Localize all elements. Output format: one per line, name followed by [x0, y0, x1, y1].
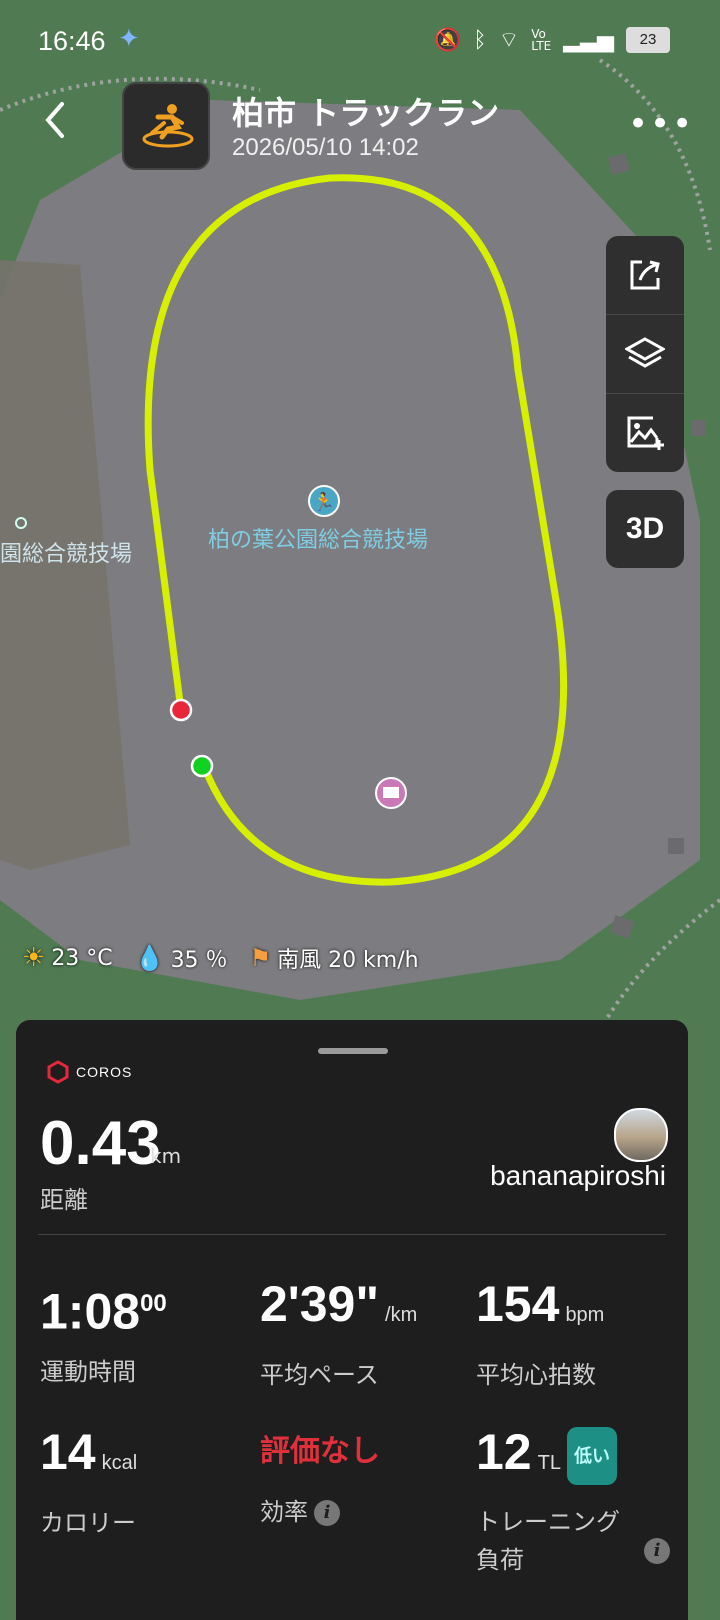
- weather-row: ☀ 23 °C 💧 35 ％ ⚑ 南風 20 km/h: [22, 942, 419, 974]
- sun-icon: ☀: [22, 943, 46, 973]
- heart-rate-unit: bpm: [565, 1304, 605, 1326]
- coros-hexagon-icon: [47, 1060, 69, 1084]
- efficiency-label: 効率: [260, 1498, 308, 1526]
- bluetooth-icon: ᛒ: [473, 27, 487, 53]
- water-drop-icon: 💧: [134, 944, 165, 972]
- page-title: 柏市 トラックラン: [232, 94, 500, 132]
- training-load-unit: TL: [537, 1452, 561, 1474]
- share-icon: [630, 260, 660, 290]
- add-photo-button[interactable]: [606, 394, 684, 472]
- training-load-label: トレーニング負荷: [476, 1508, 620, 1574]
- duration-value: 1:08: [40, 1283, 141, 1340]
- sheet-drag-handle[interactable]: [318, 1048, 388, 1054]
- layers-button[interactable]: [606, 315, 684, 394]
- add-image-icon: [627, 416, 664, 450]
- map-label-stadium[interactable]: 柏の葉公園総合競技場: [208, 522, 428, 554]
- stat-pace: 2'39"/km 平均ペース: [260, 1276, 417, 1390]
- pace-value: 2'39": [260, 1276, 380, 1332]
- weather-humidity: 💧 35 ％: [135, 942, 228, 974]
- wind-text: 南風 20 km/h: [277, 948, 419, 973]
- distance-unit: km: [150, 1144, 182, 1168]
- duration-seconds-fraction: 00: [140, 1290, 167, 1317]
- status-icons: 🔕 ᛒ ⌔ Vo LTE ▂▃▅ 23: [434, 26, 670, 54]
- volte-icon: Vo LTE: [531, 27, 552, 53]
- status-time: 16:46: [38, 26, 106, 56]
- share-button[interactable]: [606, 236, 684, 315]
- calories-value: 14: [40, 1424, 96, 1480]
- activity-type-icon: [122, 82, 210, 170]
- weather-temperature: ☀ 23 °C: [22, 943, 113, 973]
- back-button[interactable]: [40, 100, 84, 150]
- activity-datetime: 2026/05/10 14:02: [232, 134, 419, 161]
- stat-calories: 14 kcal カロリー: [40, 1424, 137, 1538]
- layers-icon: [625, 337, 665, 368]
- weather-wind: ⚑ 南風 20 km/h: [250, 942, 419, 974]
- chevron-left-icon: [45, 102, 64, 138]
- avatar[interactable]: [614, 1108, 668, 1162]
- signal-icon: ▂▃▅: [563, 27, 614, 53]
- pace-label: 平均ペース: [260, 1361, 379, 1389]
- stat-efficiency: 評価なし 効率 i: [260, 1424, 380, 1527]
- humidity-text: 35 ％: [170, 948, 228, 973]
- wifi-icon: ⌔: [498, 28, 520, 53]
- temperature-text: 23 °C: [51, 945, 113, 971]
- username[interactable]: bananapiroshi: [490, 1160, 666, 1192]
- heart-rate-value: 154: [476, 1276, 560, 1332]
- status-bar: 16:46 ✦ 🔕 ᛒ ⌔ Vo LTE ▂▃▅ 23: [0, 0, 720, 80]
- distance-label: 距離: [40, 1186, 88, 1214]
- efficiency-value: 評価なし: [260, 1434, 380, 1469]
- heart-rate-label: 平均心拍数: [476, 1361, 596, 1389]
- summary-sheet: COROS 0.43 km 距離 bananapiroshi 1:0800 運動…: [16, 1020, 688, 1620]
- map-label-stadium-side[interactable]: 園総合競技場: [0, 536, 132, 568]
- calories-label: カロリー: [40, 1509, 136, 1537]
- calories-unit: kcal: [101, 1452, 138, 1474]
- bell-off-icon: 🔕: [433, 27, 462, 53]
- divider: [38, 1234, 666, 1235]
- training-load-value: 12: [476, 1424, 532, 1480]
- 3d-view-button[interactable]: 3D: [606, 490, 684, 568]
- brand-text: COROS: [76, 1064, 133, 1080]
- brand-logo: COROS: [46, 1060, 132, 1084]
- stat-duration: 1:0800 運動時間: [40, 1276, 167, 1387]
- more-options-icon[interactable]: •••: [628, 104, 694, 144]
- map-tools: [606, 236, 684, 472]
- stat-heart-rate: 154 bpm 平均心拍数: [476, 1276, 604, 1390]
- sparkle-icon: ✦: [118, 24, 140, 54]
- svg-text:🏃: 🏃: [313, 491, 335, 513]
- battery-icon: 23: [626, 27, 670, 53]
- duration-label: 運動時間: [40, 1357, 136, 1386]
- windsock-icon: ⚑: [249, 944, 272, 972]
- track-run-icon: [142, 104, 194, 148]
- info-icon[interactable]: i: [314, 1500, 340, 1526]
- pace-unit: /km: [385, 1304, 418, 1326]
- training-load-badge: 低い: [566, 1426, 617, 1485]
- distance-value: 0.43: [40, 1109, 161, 1178]
- training-load-info-icon[interactable]: i: [644, 1538, 670, 1564]
